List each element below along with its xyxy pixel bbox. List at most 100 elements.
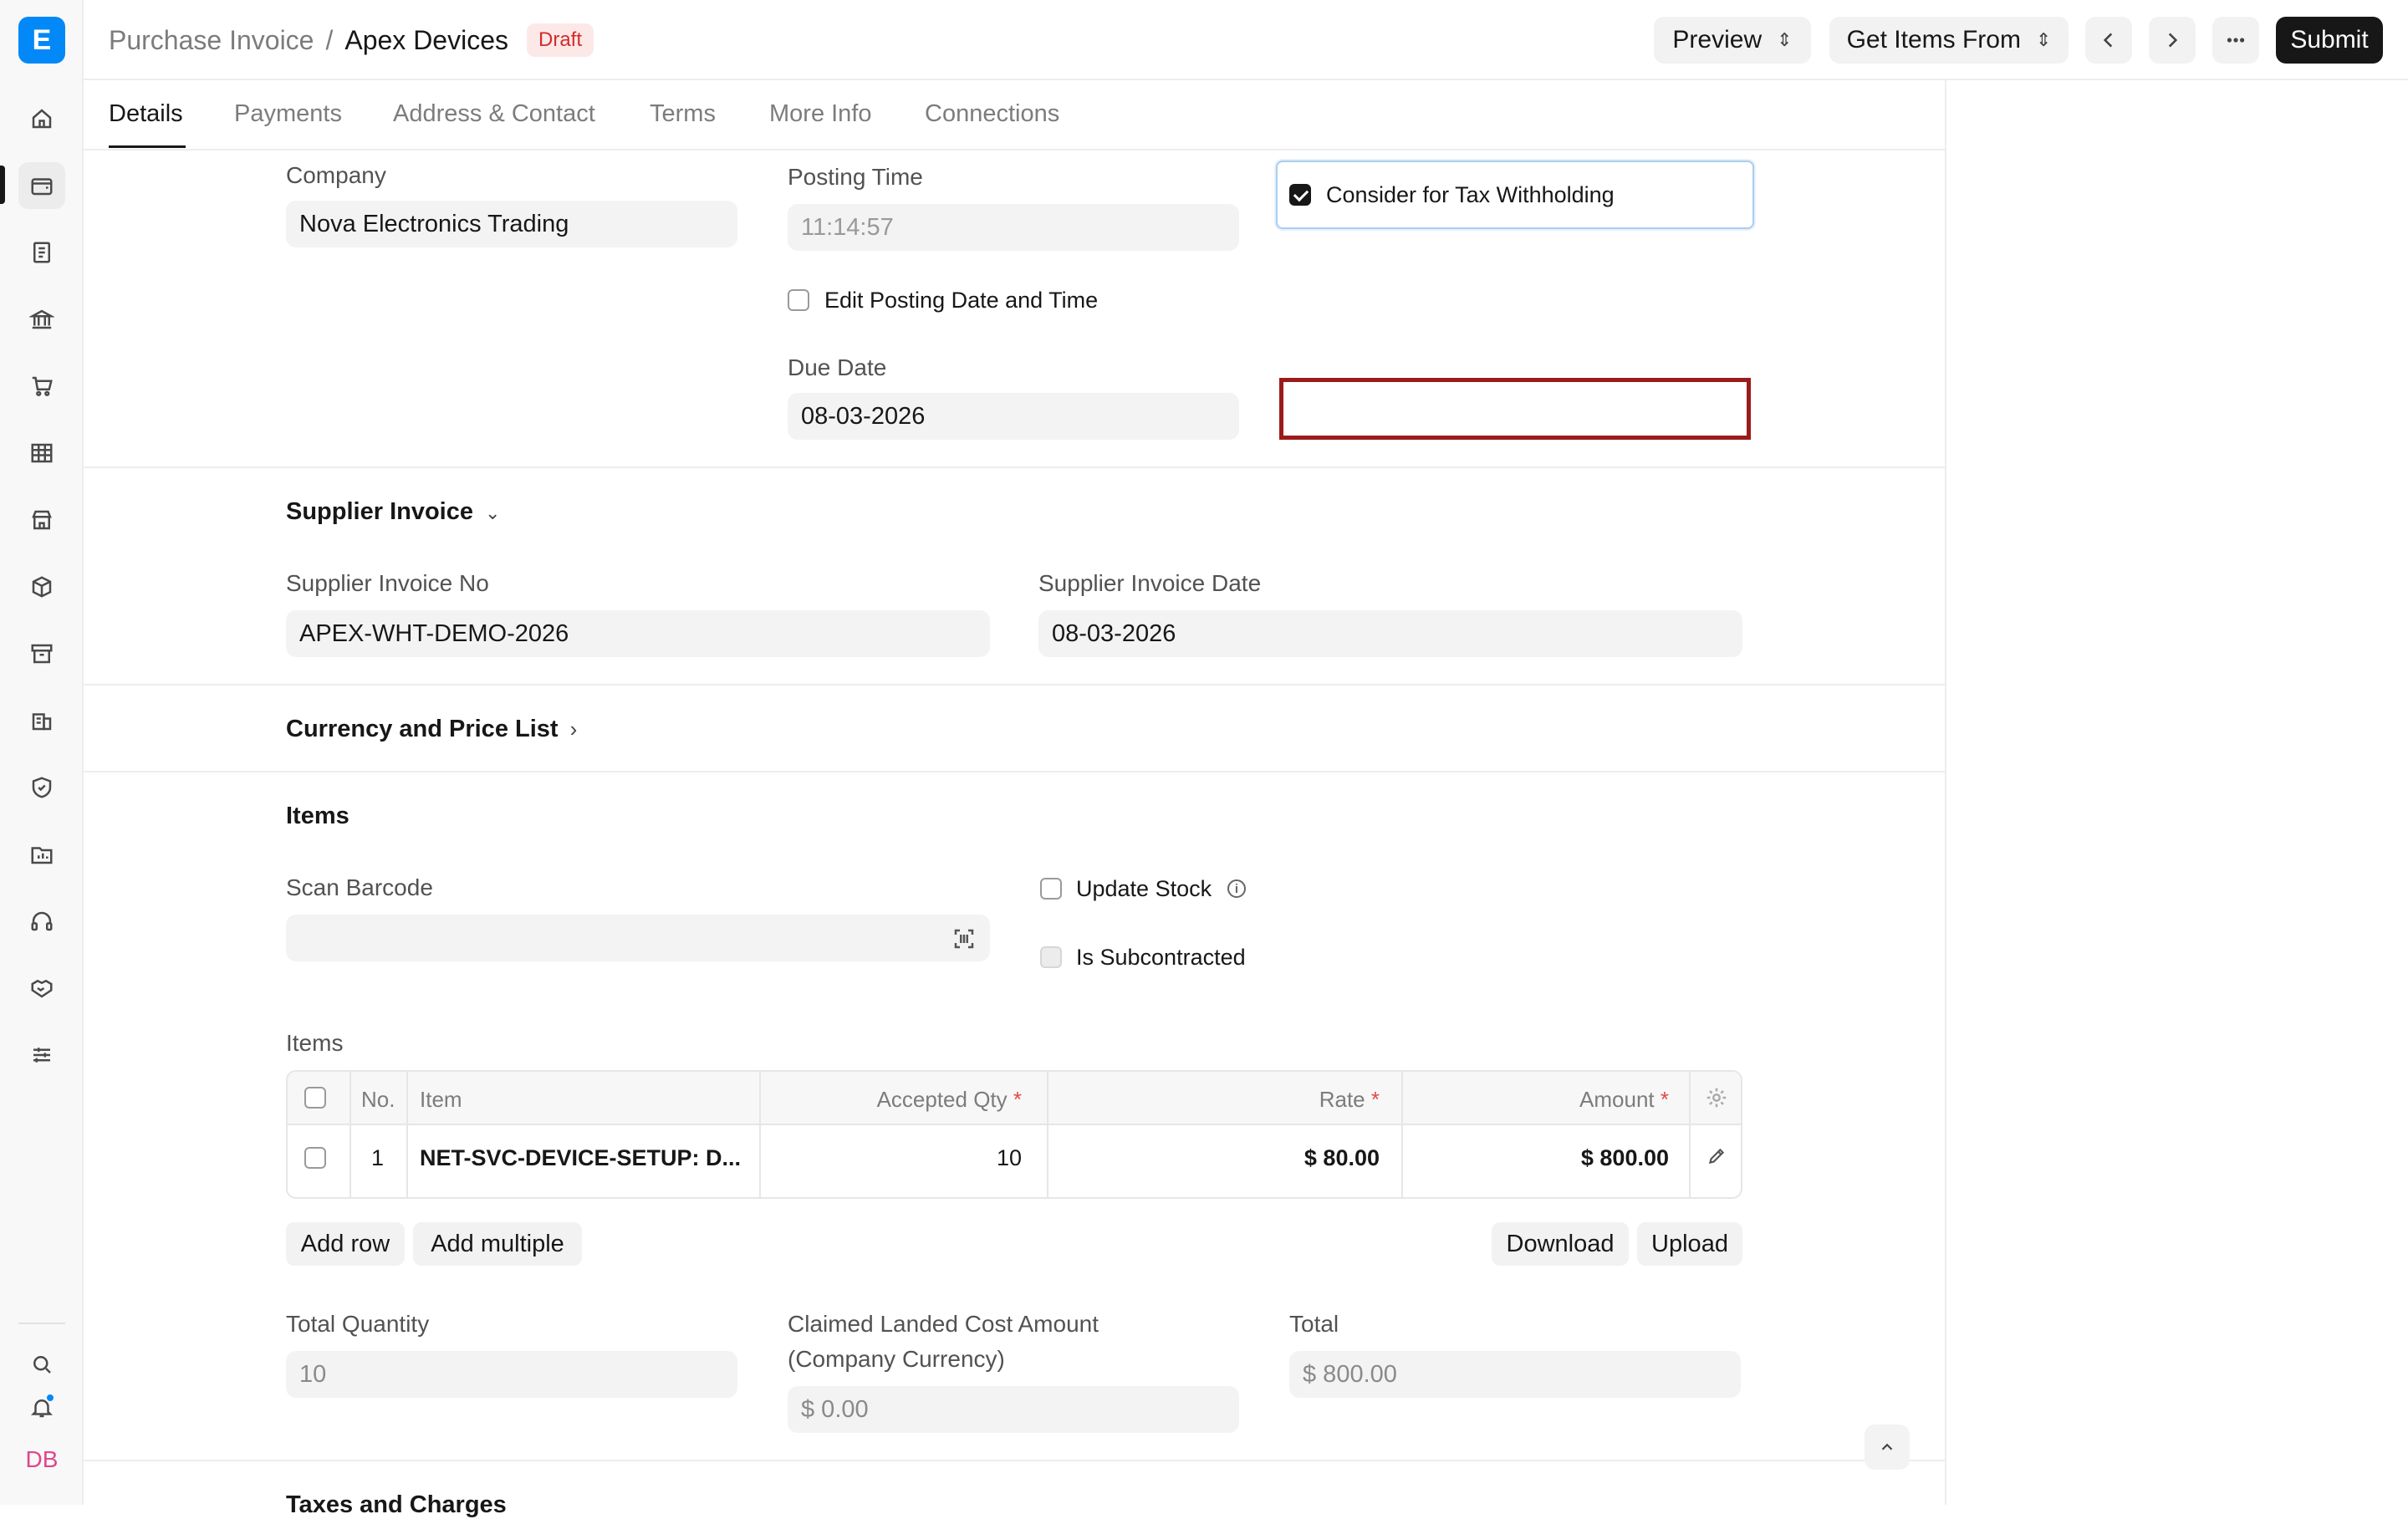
sliders-icon — [33, 1047, 50, 1063]
more-actions-button[interactable] — [2212, 17, 2259, 64]
sidebar-item-buying[interactable] — [18, 363, 65, 410]
edit-row-pencil-icon[interactable] — [1706, 1145, 1727, 1171]
sidebar-notifications-button[interactable] — [25, 1391, 59, 1425]
download-button[interactable]: Download — [1492, 1222, 1629, 1266]
tab-payments[interactable]: Payments — [234, 100, 342, 128]
sidebar-item-banking[interactable] — [18, 296, 65, 343]
handshake-icon — [31, 979, 53, 998]
wallet-icon — [31, 178, 53, 196]
sidebar-divider — [18, 1323, 65, 1324]
tab-terms[interactable]: Terms — [650, 100, 716, 128]
get-items-from-button[interactable]: Get Items From ⇕ — [1829, 17, 2069, 64]
update-stock-label: Update Stock — [1076, 876, 1212, 901]
supplier-invoice-section-toggle[interactable]: Supplier Invoice ⌄ — [286, 498, 500, 526]
sidebar: E DB — [0, 0, 84, 1505]
row-rate[interactable]: $ 80.00 — [1304, 1145, 1380, 1171]
previous-record-button[interactable] — [2085, 17, 2132, 64]
tab-connections[interactable]: Connections — [925, 100, 1059, 128]
submit-button[interactable]: Submit — [2276, 17, 2383, 64]
edit-posting-checkbox[interactable] — [788, 289, 809, 311]
tab-more-info[interactable]: More Info — [769, 100, 872, 128]
add-multiple-button[interactable]: Add multiple — [413, 1222, 582, 1266]
status-badge: Draft — [527, 23, 594, 57]
scan-barcode-label: Scan Barcode — [286, 874, 433, 900]
company-field[interactable]: Nova Electronics Trading — [286, 201, 737, 247]
page-title: Apex Devices — [344, 24, 508, 55]
folder-chart-icon — [31, 847, 53, 864]
section-divider — [84, 1460, 1945, 1461]
sidebar-item-assets[interactable] — [18, 697, 65, 744]
row-item[interactable]: NET-SVC-DEVICE-SETUP: D... — [420, 1145, 741, 1171]
preview-button[interactable]: Preview ⇕ — [1654, 17, 1811, 64]
sidebar-search-button[interactable] — [25, 1348, 59, 1381]
get-items-label: Get Items From — [1846, 26, 2021, 54]
tax-withholding-checkbox[interactable] — [1289, 184, 1311, 206]
barcode-scan-icon[interactable] — [951, 926, 977, 956]
upload-button[interactable]: Upload — [1637, 1222, 1742, 1266]
chevron-updown-icon: ⇕ — [1777, 29, 1793, 50]
row-amount[interactable]: $ 800.00 — [1581, 1145, 1669, 1171]
sidebar-active-indicator — [0, 166, 5, 204]
preview-label: Preview — [1672, 26, 1763, 54]
section-divider — [84, 466, 1945, 468]
table-col-divider — [406, 1072, 408, 1197]
currency-section-toggle[interactable]: Currency and Price List › — [286, 716, 577, 743]
sidebar-item-home[interactable] — [18, 95, 65, 142]
landed-cost-field: $ 0.00 — [788, 1386, 1239, 1433]
info-icon[interactable]: i — [1227, 879, 1246, 898]
sidebar-item-accounting[interactable] — [18, 162, 65, 209]
items-section-title: Items — [286, 803, 349, 829]
tab-address-contact[interactable]: Address & Contact — [393, 100, 595, 128]
scan-barcode-field[interactable] — [286, 915, 990, 961]
chevron-down-icon: ⌄ — [485, 502, 501, 523]
sidebar-item-settings[interactable] — [18, 1032, 65, 1078]
sidebar-item-invoices[interactable] — [18, 229, 65, 276]
sidebar-item-stock[interactable] — [18, 563, 65, 610]
package-icon — [32, 576, 52, 598]
building-icon — [32, 713, 52, 731]
total-field: $ 800.00 — [1289, 1351, 1741, 1398]
add-row-button[interactable]: Add row — [286, 1222, 405, 1266]
user-avatar[interactable]: DB — [22, 1443, 62, 1476]
due-date-field[interactable]: 08-03-2026 — [788, 393, 1239, 440]
next-record-button[interactable] — [2149, 17, 2196, 64]
posting-time-label: Posting Time — [788, 164, 923, 190]
chevron-updown-icon: ⇕ — [2035, 29, 2052, 50]
home-icon — [32, 109, 52, 129]
col-header-no: No. — [361, 1087, 395, 1112]
section-divider — [84, 771, 1945, 772]
table-col-divider — [1401, 1072, 1403, 1197]
cart-icon — [32, 376, 53, 396]
breadcrumb-parent-link[interactable]: Purchase Invoice — [109, 25, 314, 56]
chevron-up-icon — [1881, 1443, 1893, 1450]
sidebar-item-table[interactable] — [18, 430, 65, 477]
landed-cost-label-line2: (Company Currency) — [788, 1346, 1005, 1372]
sidebar-item-quality[interactable] — [18, 764, 65, 811]
row-select-checkbox[interactable] — [304, 1147, 326, 1169]
select-all-rows-checkbox[interactable] — [304, 1087, 326, 1109]
col-header-rate: Rate * — [1319, 1087, 1380, 1112]
sidebar-item-support[interactable] — [18, 898, 65, 945]
ellipsis-icon — [2227, 38, 2245, 43]
scroll-to-top-button[interactable] — [1865, 1425, 1910, 1470]
sidebar-item-selling[interactable] — [18, 497, 65, 543]
form-tabs: Details Payments Address & Contact Terms… — [84, 80, 1945, 150]
update-stock-checkbox[interactable] — [1040, 878, 1062, 900]
sidebar-item-projects[interactable] — [18, 831, 65, 878]
app-logo[interactable]: E — [18, 17, 65, 64]
sidebar-item-archive[interactable] — [18, 630, 65, 677]
is-subcontracted-label: Is Subcontracted — [1076, 945, 1246, 970]
supplier-invoice-date-label: Supplier Invoice Date — [1038, 570, 1262, 596]
shield-icon — [32, 777, 52, 798]
row-accepted-qty[interactable]: 10 — [997, 1145, 1022, 1171]
column-settings-gear-icon[interactable] — [1704, 1085, 1729, 1114]
sidebar-item-crm[interactable] — [18, 965, 65, 1012]
supplier-invoice-no-field[interactable]: APEX-WHT-DEMO-2026 — [286, 610, 990, 657]
tax-withholding-label: Consider for Tax Withholding — [1326, 182, 1615, 207]
chevron-right-icon — [2168, 33, 2178, 48]
total-quantity-field: 10 — [286, 1351, 737, 1398]
supplier-invoice-date-field[interactable]: 08-03-2026 — [1038, 610, 1742, 657]
tab-details[interactable]: Details — [109, 100, 183, 128]
row-no: 1 — [371, 1145, 385, 1170]
total-quantity-label: Total Quantity — [286, 1311, 430, 1337]
